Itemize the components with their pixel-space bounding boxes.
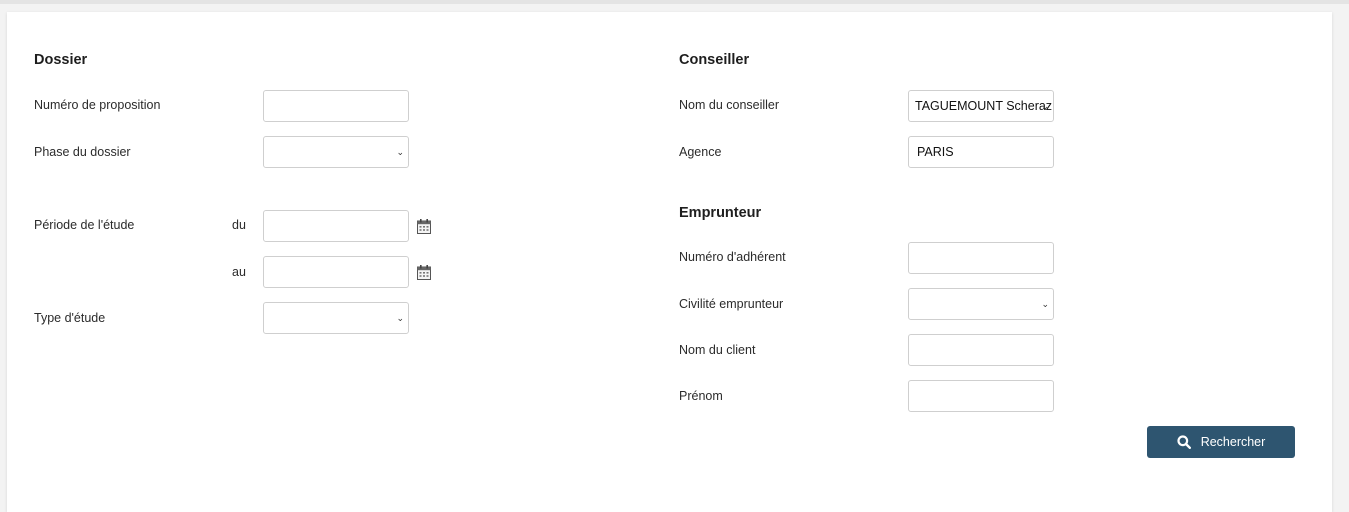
date-au-input[interactable] [263,256,409,288]
numero-proposition-label: Numéro de proposition [34,98,161,112]
dossier-section-title: Dossier [34,52,88,68]
du-label: du [232,218,246,232]
type-etude-select[interactable]: ⌄ [263,302,409,334]
prenom-label: Prénom [679,389,723,403]
nom-client-input[interactable] [908,334,1054,366]
nom-conseiller-label: Nom du conseiller [679,98,780,112]
search-button-label: Rechercher [1200,435,1266,449]
numero-adherent-label: Numéro d'adhérent [679,250,786,264]
calendar-icon[interactable] [417,219,431,234]
search-button[interactable]: Rechercher [1147,426,1295,458]
search-icon [1177,435,1191,449]
civilite-emprunteur-label: Civilité emprunteur [679,297,784,311]
conseiller-section-title: Conseiller [679,52,750,68]
agence-label: Agence [679,145,722,159]
chevron-down-icon: ⌄ [396,313,404,323]
civilite-emprunteur-select[interactable]: ⌄ [908,288,1054,320]
au-label: au [232,265,246,279]
emprunteur-section-title: Emprunteur [679,205,762,221]
numero-proposition-input[interactable] [263,90,409,122]
nom-conseiller-select[interactable]: TAGUEMOUNT Scheraz ⌄ [908,90,1054,122]
periode-etude-label: Période de l'étude [34,218,135,232]
date-du-input[interactable] [263,210,409,242]
top-divider [0,0,1349,4]
phase-dossier-label: Phase du dossier [34,145,131,159]
nom-client-label: Nom du client [679,343,756,357]
type-etude-label: Type d'étude [34,311,106,325]
nom-conseiller-value: TAGUEMOUNT Scheraz [915,99,1053,113]
chevron-down-icon: ⌄ [1041,299,1049,309]
search-form-card: Dossier Numéro de proposition Phase du d… [7,12,1332,512]
chevron-down-icon: ⌄ [396,147,404,157]
numero-adherent-input[interactable] [908,242,1054,274]
phase-dossier-select[interactable]: ⌄ [263,136,409,168]
chevron-down-icon: ⌄ [1041,101,1049,111]
calendar-icon[interactable] [417,265,431,280]
agence-input[interactable]: PARIS [908,136,1054,168]
prenom-input[interactable] [908,380,1054,412]
